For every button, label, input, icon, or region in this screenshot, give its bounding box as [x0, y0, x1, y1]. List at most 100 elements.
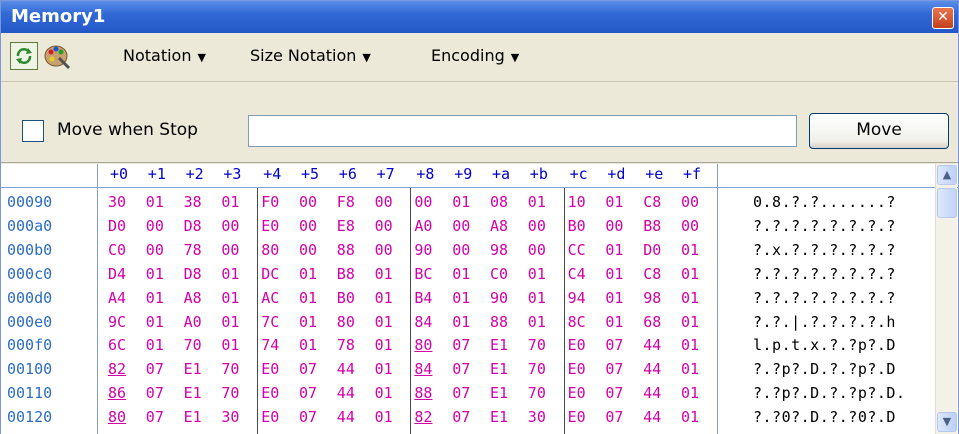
byte-cell[interactable]: 80 [337, 313, 355, 331]
byte-cell[interactable]: B4 [414, 289, 432, 307]
ascii-cell[interactable]: ?.?p?.D.?.?p?.D [753, 360, 896, 378]
byte-cell[interactable]: E1 [490, 360, 508, 378]
byte-cell[interactable]: 44 [643, 336, 661, 354]
byte-cell[interactable]: E1 [184, 360, 202, 378]
byte-cell[interactable]: E1 [490, 336, 508, 354]
byte-cell[interactable]: E0 [261, 408, 279, 426]
byte-cell[interactable]: E0 [568, 336, 586, 354]
byte-cell[interactable]: 01 [221, 193, 239, 211]
byte-cell[interactable]: 01 [375, 360, 393, 378]
encoding-menu[interactable]: Encoding ▼ [431, 46, 519, 65]
byte-cell[interactable]: 88 [337, 241, 355, 259]
byte-cell[interactable]: 07 [146, 360, 164, 378]
byte-cell[interactable]: 86 [108, 384, 126, 402]
byte-cell[interactable]: C0 [108, 241, 126, 259]
notation-menu[interactable]: Notation ▼ [123, 46, 206, 65]
byte-cell[interactable]: 01 [299, 265, 317, 283]
byte-cell[interactable]: 00 [528, 241, 546, 259]
byte-cell[interactable]: 01 [146, 193, 164, 211]
scroll-down-icon[interactable]: ▼ [937, 412, 957, 432]
byte-cell[interactable]: 07 [605, 384, 623, 402]
byte-cell[interactable]: 00 [146, 217, 164, 235]
byte-cell[interactable]: B0 [337, 289, 355, 307]
byte-cell[interactable]: 68 [643, 313, 661, 331]
byte-cell[interactable]: 01 [299, 336, 317, 354]
byte-cell[interactable]: 80 [108, 408, 126, 426]
byte-cell[interactable]: 07 [146, 384, 164, 402]
byte-cell[interactable]: 00 [221, 241, 239, 259]
byte-cell[interactable]: E1 [490, 408, 508, 426]
byte-cell[interactable]: E0 [261, 217, 279, 235]
byte-cell[interactable]: 07 [299, 360, 317, 378]
byte-cell[interactable]: 07 [605, 360, 623, 378]
byte-cell[interactable]: 82 [108, 360, 126, 378]
byte-cell[interactable]: 00 [146, 241, 164, 259]
byte-cell[interactable]: 44 [643, 408, 661, 426]
byte-cell[interactable]: 00 [375, 193, 393, 211]
byte-cell[interactable]: 30 [221, 408, 239, 426]
byte-cell[interactable]: 30 [528, 408, 546, 426]
byte-cell[interactable]: 01 [452, 265, 470, 283]
byte-cell[interactable]: E0 [568, 408, 586, 426]
byte-cell[interactable]: D8 [184, 265, 202, 283]
byte-cell[interactable]: 01 [146, 313, 164, 331]
byte-cell[interactable]: 01 [146, 289, 164, 307]
byte-cell[interactable]: 07 [299, 384, 317, 402]
byte-cell[interactable]: 70 [528, 360, 546, 378]
byte-cell[interactable]: 01 [375, 408, 393, 426]
move-when-stop-checkbox[interactable] [22, 120, 44, 142]
byte-cell[interactable]: 01 [681, 265, 699, 283]
byte-cell[interactable]: 01 [221, 336, 239, 354]
byte-cell[interactable]: 01 [146, 265, 164, 283]
scrollbar-thumb[interactable] [937, 188, 957, 218]
byte-cell[interactable]: 01 [528, 313, 546, 331]
byte-cell[interactable]: 84 [414, 360, 432, 378]
byte-cell[interactable]: 01 [681, 336, 699, 354]
byte-cell[interactable]: 00 [681, 217, 699, 235]
byte-cell[interactable]: 01 [681, 289, 699, 307]
byte-cell[interactable]: 00 [452, 217, 470, 235]
close-button[interactable]: ✕ [932, 7, 954, 29]
ascii-cell[interactable]: l.p.t.x.?.?p?.D [753, 336, 896, 354]
byte-cell[interactable]: 01 [681, 360, 699, 378]
byte-cell[interactable]: 00 [528, 217, 546, 235]
byte-cell[interactable]: 07 [146, 408, 164, 426]
byte-cell[interactable]: 10 [568, 193, 586, 211]
byte-cell[interactable]: C0 [490, 265, 508, 283]
byte-cell[interactable]: 78 [337, 336, 355, 354]
byte-cell[interactable]: 07 [605, 408, 623, 426]
byte-cell[interactable]: A0 [414, 217, 432, 235]
ascii-cell[interactable]: 0.8.?.?.......? [753, 193, 896, 211]
byte-cell[interactable]: B8 [337, 265, 355, 283]
byte-cell[interactable]: 84 [414, 313, 432, 331]
byte-cell[interactable]: 01 [681, 408, 699, 426]
byte-cell[interactable]: 00 [299, 193, 317, 211]
byte-cell[interactable]: 82 [414, 408, 432, 426]
byte-cell[interactable]: 9C [108, 313, 126, 331]
byte-cell[interactable]: 00 [299, 241, 317, 259]
byte-cell[interactable]: 00 [375, 241, 393, 259]
byte-cell[interactable]: 8C [568, 313, 586, 331]
byte-cell[interactable]: 01 [605, 313, 623, 331]
ascii-cell[interactable]: ?.x.?.?.?.?.?.? [753, 241, 896, 259]
size-notation-menu[interactable]: Size Notation ▼ [250, 46, 371, 65]
byte-cell[interactable]: 80 [414, 336, 432, 354]
refresh-icon[interactable] [10, 42, 38, 70]
byte-cell[interactable]: 01 [681, 313, 699, 331]
address-input[interactable] [248, 115, 797, 147]
byte-cell[interactable]: 01 [375, 384, 393, 402]
byte-cell[interactable]: A8 [184, 289, 202, 307]
byte-cell[interactable]: B8 [643, 217, 661, 235]
byte-cell[interactable]: E0 [261, 360, 279, 378]
byte-cell[interactable]: 30 [108, 193, 126, 211]
byte-cell[interactable]: 78 [184, 241, 202, 259]
byte-cell[interactable]: 01 [452, 289, 470, 307]
byte-cell[interactable]: C4 [568, 265, 586, 283]
byte-cell[interactable]: 01 [375, 336, 393, 354]
byte-cell[interactable]: 00 [375, 217, 393, 235]
byte-cell[interactable]: 94 [568, 289, 586, 307]
byte-cell[interactable]: E8 [337, 217, 355, 235]
scroll-up-icon[interactable]: ▲ [937, 165, 957, 185]
ascii-cell[interactable]: ?.?0?.D.?.?0?.D [753, 408, 896, 426]
byte-cell[interactable]: D8 [184, 217, 202, 235]
